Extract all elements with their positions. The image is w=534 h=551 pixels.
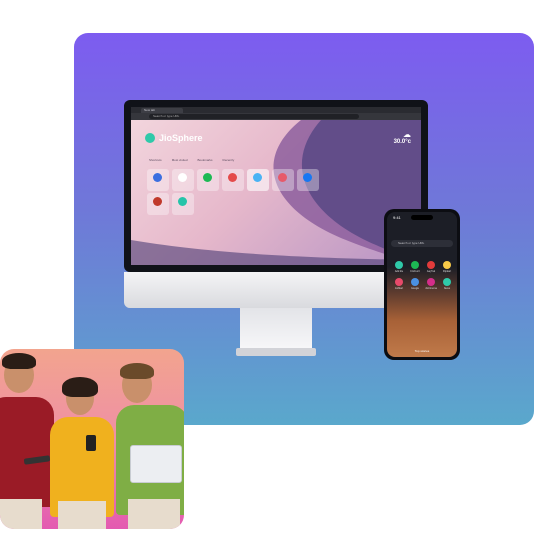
people-photo xyxy=(0,349,184,529)
phone-app-shortcut[interactable]: Aaj Tak xyxy=(424,261,438,275)
phone-app-shortcut[interactable]: News xyxy=(440,278,454,292)
phone-app-label: News xyxy=(443,287,451,290)
app-icon xyxy=(153,197,162,206)
jiosphere-logo-icon xyxy=(145,133,155,143)
category-tab[interactable]: Shortcuts xyxy=(149,158,162,162)
app-icon xyxy=(443,261,451,269)
phone-app-label: Google xyxy=(410,287,420,290)
phone-app-label: JioCinema xyxy=(425,287,437,290)
red-sweater xyxy=(0,397,54,507)
trousers xyxy=(58,501,106,529)
music-icon xyxy=(203,173,212,182)
shortcut-tile[interactable] xyxy=(172,193,194,215)
facebook-icon xyxy=(303,173,312,182)
monitor-chin xyxy=(124,272,428,308)
smartphone-in-hand xyxy=(86,435,96,451)
url-placeholder: Search or type URL xyxy=(153,114,180,118)
laptop xyxy=(130,445,182,483)
app-icon xyxy=(278,173,287,182)
phone-app-grid: Add tile Cricbuzz Aaj Tak Flipkart JioMart Go… xyxy=(392,261,454,292)
desktop-monitor: New tab Search or type URL JioSphere ☁ 3… xyxy=(124,100,428,356)
app-icon xyxy=(427,261,435,269)
address-bar: Search or type URL xyxy=(131,113,421,120)
jiosphere-logo: JioSphere xyxy=(145,133,203,143)
shortcut-tile[interactable] xyxy=(297,169,319,191)
phone-app-label: Add tile xyxy=(394,270,404,273)
phone-app-label: Aaj Tak xyxy=(426,270,436,273)
phone-app-label: Flipkart xyxy=(442,270,452,273)
phone-app-shortcut[interactable]: JioMart xyxy=(392,278,406,292)
app-icon xyxy=(443,278,451,286)
category-tab[interactable]: Most visited xyxy=(172,158,188,162)
app-icon xyxy=(411,278,419,286)
shortcut-tile[interactable] xyxy=(247,169,269,191)
browser-screen: New tab Search or type URL JioSphere ☁ 3… xyxy=(131,107,421,265)
shortcut-tile[interactable] xyxy=(222,169,244,191)
shortcut-tile[interactable] xyxy=(272,169,294,191)
cloud-icon: ☁ xyxy=(403,130,411,139)
search-icon xyxy=(153,173,162,182)
shortcut-tiles xyxy=(147,169,319,215)
logo-text: JioSphere xyxy=(159,133,203,143)
app-icon xyxy=(253,173,262,182)
weather-temperature: 30.0°c xyxy=(393,139,411,145)
app-icon xyxy=(411,261,419,269)
phone-clock: 9:41 xyxy=(393,215,401,220)
weather-widget[interactable]: ☁ 30.0°c xyxy=(393,130,411,146)
monitor-stand xyxy=(240,308,312,350)
phone-app-label: Cricbuzz xyxy=(410,270,420,273)
app-icon xyxy=(228,173,237,182)
phone-app-shortcut[interactable]: JioCinema xyxy=(424,278,438,292)
shortcut-tile[interactable] xyxy=(172,169,194,191)
phone-app-shortcut[interactable]: Add tile xyxy=(392,261,406,275)
trousers xyxy=(0,499,42,529)
app-icon xyxy=(395,261,403,269)
app-icon xyxy=(178,197,187,206)
phone-screen: 9:41 Search or type URL Add tile Cricbuzz… xyxy=(387,212,457,357)
url-input[interactable]: Search or type URL xyxy=(149,114,359,119)
hair xyxy=(62,377,98,397)
app-icon xyxy=(427,278,435,286)
phone-app-label: JioMart xyxy=(394,287,404,290)
shortcut-categories: Shortcuts Most visited Bookmarks Recentl… xyxy=(149,158,234,162)
category-tab[interactable]: Bookmarks xyxy=(198,158,213,162)
hair xyxy=(2,353,36,369)
shortcut-tile[interactable] xyxy=(147,193,169,215)
shortcut-tile[interactable] xyxy=(147,169,169,191)
phone-bottom-text: Top stories xyxy=(414,349,430,353)
monitor-bezel: New tab Search or type URL JioSphere ☁ 3… xyxy=(124,100,428,272)
category-tab[interactable]: Recently xyxy=(223,158,235,162)
trousers xyxy=(128,499,180,529)
monitor-stand-base xyxy=(236,348,316,356)
phone-search-placeholder: Search or type URL xyxy=(398,241,425,245)
phone-search-bar[interactable]: Search or type URL xyxy=(391,240,453,247)
phone-notch xyxy=(411,215,433,220)
phone-app-shortcut[interactable]: Flipkart xyxy=(440,261,454,275)
shortcut-tile[interactable] xyxy=(197,169,219,191)
smartphone: 9:41 Search or type URL Add tile Cricbuzz… xyxy=(384,209,460,360)
phone-app-shortcut[interactable]: Cricbuzz xyxy=(408,261,422,275)
phone-app-shortcut[interactable]: Google xyxy=(408,278,422,292)
hair xyxy=(120,363,154,379)
play-icon xyxy=(178,173,187,182)
app-icon xyxy=(395,278,403,286)
